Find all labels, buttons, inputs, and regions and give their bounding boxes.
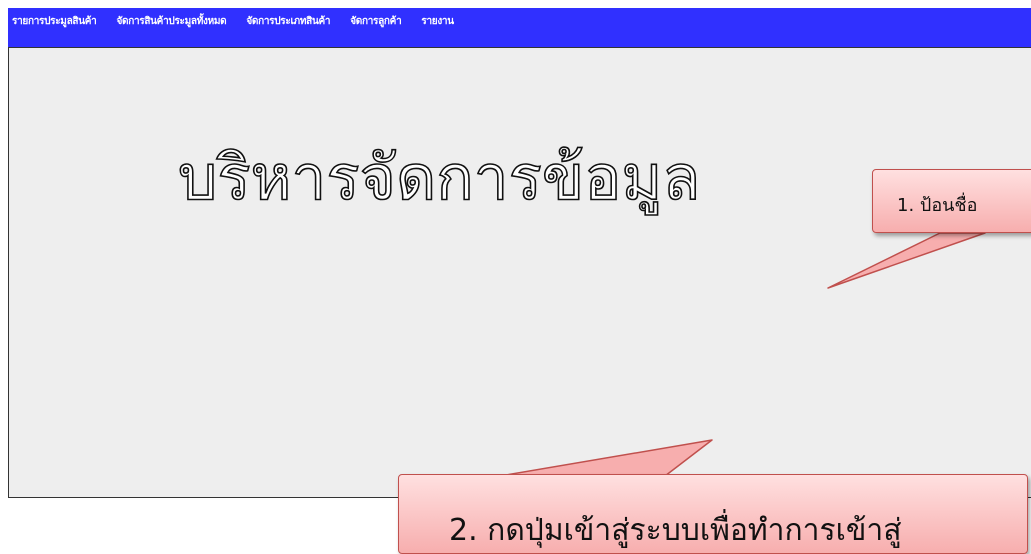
page-title: บริหารจัดการข้อมูล: [177, 140, 701, 215]
callout-step-1-text: 1. ป้อนชื่อ: [897, 195, 978, 216]
menu-item-manage-product-types[interactable]: จัดการประเภทสินค้า: [246, 15, 330, 29]
menu-item-auction-list[interactable]: รายการประมูลสินค้า: [12, 15, 97, 29]
main-content-panel: [8, 47, 1031, 498]
menu-item-manage-auction-products[interactable]: จัดการสินค้าประมูลทั้งหมด: [116, 15, 226, 29]
menu-item-manage-customers[interactable]: จัดการลูกค้า: [350, 15, 401, 29]
callout-step-2: 2. กดปุ่มเข้าสู่ระบบเพื่อทำการเข้าสู่: [398, 474, 1028, 554]
menu-item-reports[interactable]: รายงาน: [421, 15, 454, 29]
top-menu-bar: รายการประมูลสินค้า จัดการสินค้าประมูลทั้…: [8, 8, 1031, 47]
callout-step-1: 1. ป้อนชื่อ: [872, 169, 1031, 233]
callout-step-2-text: 2. กดปุ่มเข้าสู่ระบบเพื่อทำการเข้าสู่: [449, 513, 902, 548]
